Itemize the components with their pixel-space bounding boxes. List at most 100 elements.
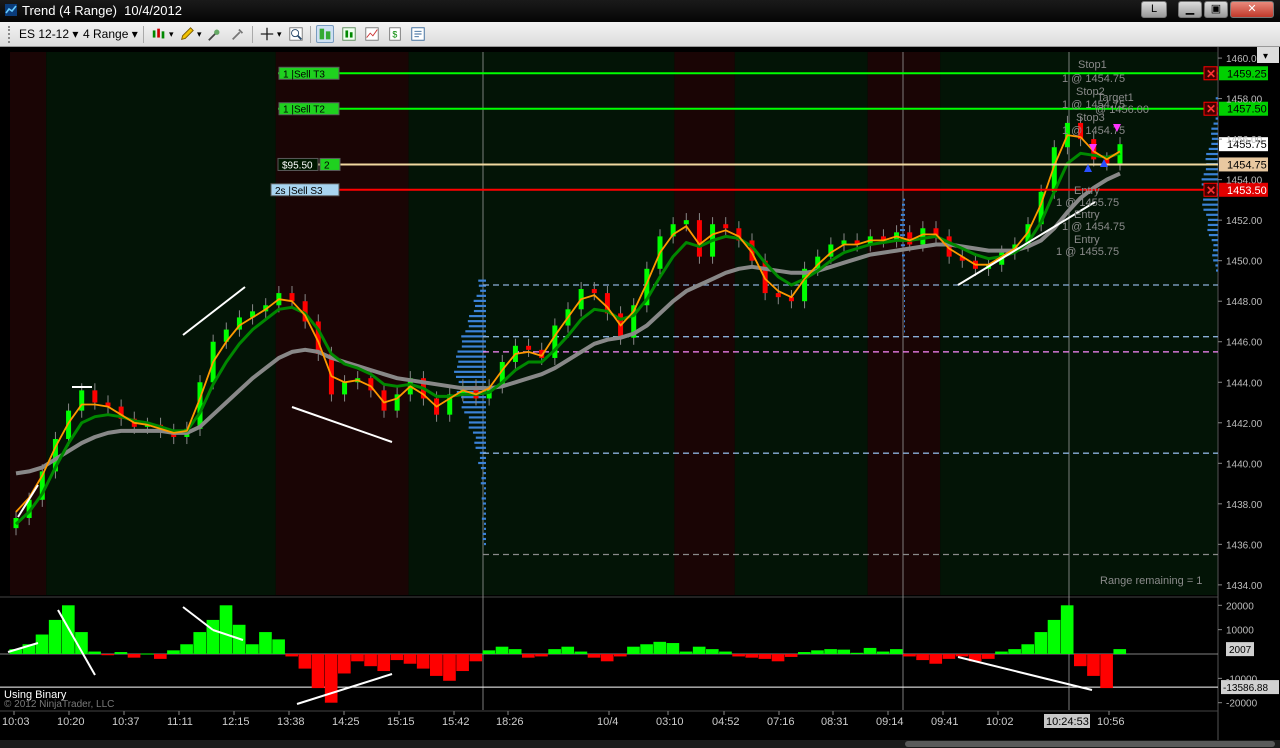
indicator-bar: [101, 654, 115, 656]
period-selector[interactable]: 4 Range ▾: [83, 26, 138, 43]
app-icon: [5, 4, 17, 16]
indicator-bar: [1113, 649, 1127, 654]
position-qty-tag-box: [319, 157, 341, 171]
candle-body: [526, 345, 532, 350]
indicator-bar: [456, 654, 469, 672]
maximize-button[interactable]: ▣: [1204, 1, 1228, 18]
volume-profile-bar: [903, 294, 905, 297]
indicator-bar: [1008, 649, 1021, 654]
volume-profile-bar: [455, 375, 486, 378]
indicator-bar: [732, 654, 745, 657]
session-band-bear: [275, 52, 409, 595]
price-tick-label: 1460.0: [1226, 54, 1257, 65]
bar-style-dropdown-icon[interactable]: ▾: [169, 26, 174, 43]
instrument-selector[interactable]: ES 12-12 ▾: [19, 26, 78, 43]
axis-menu-icon: ▾: [1263, 51, 1268, 62]
volume-profile-bar: [468, 416, 486, 419]
properties-icon[interactable]: [409, 25, 427, 43]
volume-profile-bar: [462, 401, 486, 404]
indicator-bar: [811, 650, 824, 654]
volume-profile-bar: [903, 269, 905, 272]
execution-annotation: Entry: [1074, 234, 1100, 246]
volume-profile-bar: [464, 411, 486, 414]
volume-profile-bar: [1203, 198, 1218, 201]
time-tick-label: 07:16: [767, 716, 795, 728]
indicator-bar: [692, 646, 706, 654]
indicator-bar: [1087, 654, 1100, 676]
price-chart[interactable]: 1 |Sell T3 ✕ 1459.251 |Sell T2 ✕ 1457.50$95.…: [0, 47, 1280, 740]
volume-profile-bar: [902, 254, 905, 257]
volume-profile-bar: [474, 441, 486, 444]
execution-annotation: 1 @ 1455.75: [1056, 197, 1119, 209]
session-band-bear: [867, 52, 941, 595]
bar-style-icon[interactable]: [150, 25, 168, 43]
indicator-bar: [614, 654, 627, 657]
toolbar-grip[interactable]: [8, 26, 12, 43]
horizontal-scrollbar[interactable]: [0, 740, 1280, 748]
pencil-icon[interactable]: [178, 25, 196, 43]
volume-profile-bar: [484, 542, 486, 546]
price-tick-label: 1456.00: [1226, 135, 1263, 146]
data-box-icon[interactable]: [340, 25, 358, 43]
time-tick-label: 13:38: [277, 716, 305, 728]
chart-trader-icon[interactable]: [316, 25, 334, 43]
indicator-bar: [679, 651, 693, 654]
close-button[interactable]: ✕: [1230, 1, 1274, 18]
position-qty-tag: 2: [324, 160, 330, 171]
indicator-bar: [890, 649, 903, 654]
time-tick-label: 10:20: [57, 716, 85, 728]
indicator-bar: [88, 651, 101, 654]
indicator-bar: [246, 644, 259, 654]
cross-star-icon[interactable]: [206, 25, 224, 43]
volume-profile-bar: [482, 532, 486, 536]
execution-annotation: Entry: [1074, 185, 1100, 197]
volume-profile-bar: [1207, 218, 1218, 221]
indicator-bar: [587, 654, 601, 658]
window-title: Trend (4 Range) 10/4/2012: [22, 3, 182, 18]
chart-icon[interactable]: [363, 25, 381, 43]
volume-profile-bar: [1203, 173, 1218, 176]
volume-profile-bar: [483, 472, 486, 475]
volume-profile-bar: [903, 325, 905, 328]
link-button[interactable]: L: [1141, 1, 1167, 18]
indicator-bar: [955, 654, 969, 657]
crosshair-icon[interactable]: [258, 25, 276, 43]
execution-annotation: Stop3: [1076, 112, 1105, 124]
target3-order-tag: 1 |Sell T3: [283, 69, 325, 80]
indicator-bar: [574, 651, 588, 654]
candle-body: [289, 293, 295, 302]
session-band-bull: [734, 52, 868, 595]
dropper-icon[interactable]: [229, 25, 247, 43]
volume-profile-bar: [472, 431, 486, 434]
time-tick-label: 12:15: [222, 716, 250, 728]
indicator-current-tag: 2007: [1229, 645, 1252, 656]
volume-profile-bar: [482, 537, 486, 541]
toolbar-separator: [252, 26, 253, 43]
indicator-bar: [48, 619, 62, 654]
volume-profile-bar: [1212, 254, 1218, 257]
volume-profile-bar: [483, 512, 486, 515]
zoom-icon[interactable]: [287, 25, 305, 43]
indicator-low-tag: -13586.88: [1223, 683, 1268, 694]
candle-body: [775, 293, 781, 298]
indicator-bar: [469, 654, 483, 662]
crosshair-dropdown-icon[interactable]: ▾: [277, 26, 282, 43]
volume-profile-bar: [1216, 269, 1218, 272]
scrollbar-thumb[interactable]: [905, 741, 1275, 747]
indicator-bar: [259, 632, 272, 654]
volume-profile-bar: [1207, 228, 1218, 232]
volume-profile-bar: [903, 274, 905, 277]
indicator-panel: 2000010000-10000-200002007-13586.88: [0, 601, 1279, 710]
pencil-dropdown-icon[interactable]: ▾: [197, 26, 202, 43]
indicator-bar: [758, 654, 772, 659]
time-tick-label: 14:25: [332, 716, 360, 728]
toolbar-separator: [143, 26, 144, 43]
title-bar: Trend (4 Range) 10/4/2012 L ▁ ▣ ✕: [0, 0, 1280, 22]
volume-profile-bar: [1211, 132, 1218, 135]
indicator-bar: [403, 654, 417, 664]
volume-profile-bar: [900, 229, 905, 232]
refresh-icon[interactable]: $: [386, 25, 404, 43]
minimize-button[interactable]: ▁: [1178, 1, 1202, 18]
indicator-bar: [903, 654, 916, 657]
volume-profile-bar: [475, 446, 486, 449]
